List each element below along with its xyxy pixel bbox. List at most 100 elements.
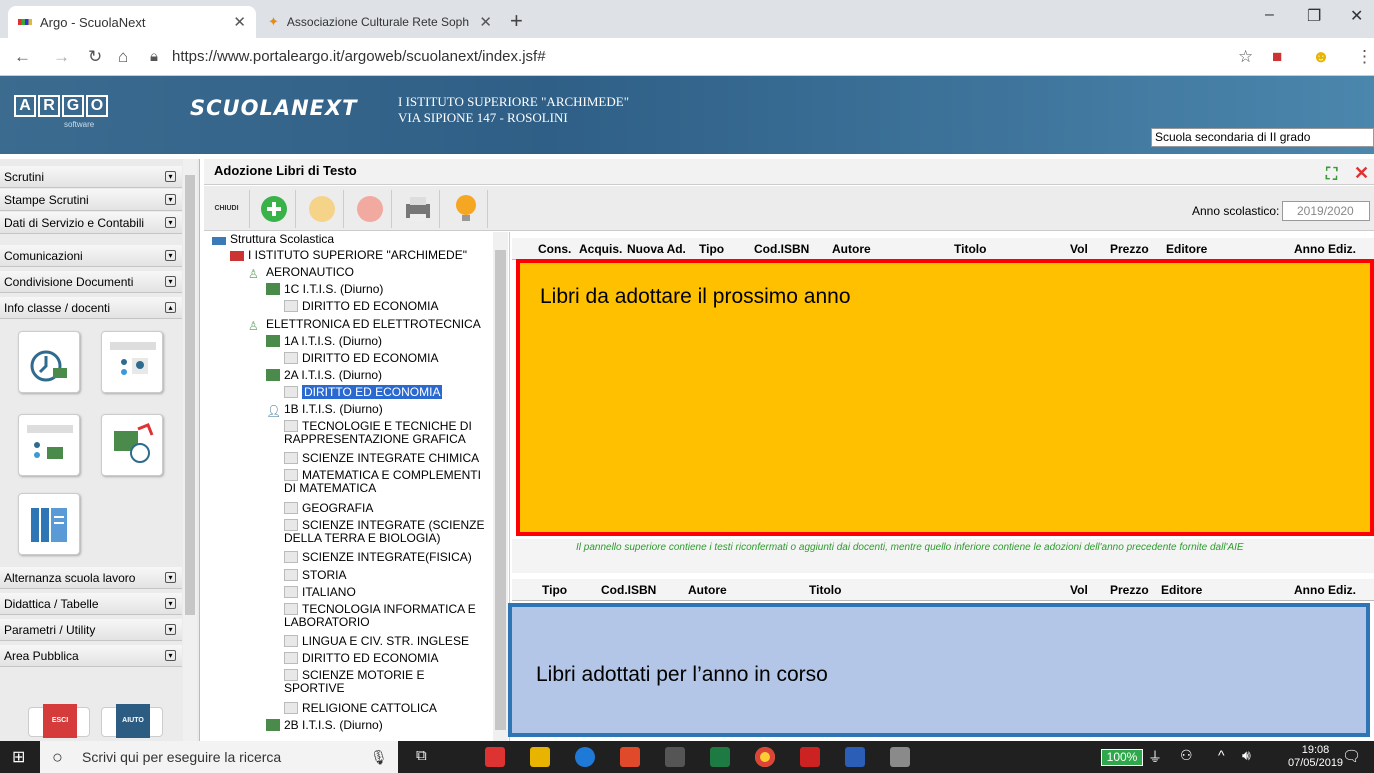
tree-node[interactable]: DIRITTO ED ECONOMIA <box>284 652 438 665</box>
column-header[interactable]: Cons. <box>538 238 571 260</box>
teacher-export-icon[interactable] <box>101 414 163 476</box>
maximize-icon[interactable]: ⛶ <box>1326 163 1337 187</box>
esci-button[interactable]: ESCI <box>28 704 90 738</box>
menu-comunicazioni[interactable]: Comunicazioni ▾ <box>0 245 182 267</box>
scroll-thumb[interactable] <box>495 250 506 730</box>
column-header[interactable]: Editore <box>1161 579 1202 601</box>
tree-node[interactable]: 1A I.T.I.S. (Diurno) <box>266 335 382 348</box>
app-icon-10[interactable] <box>890 747 910 767</box>
column-header[interactable]: Acquis. <box>579 238 622 260</box>
system-clock[interactable]: 19:08 07/05/2019 <box>1288 744 1343 770</box>
minimize-icon[interactable]: – <box>1265 6 1274 24</box>
tree-node[interactable]: DIRITTO ED ECONOMIA <box>284 352 438 365</box>
back-icon[interactable]: ← <box>14 47 31 67</box>
tree-node-selected[interactable]: DIRITTO ED ECONOMIA <box>284 385 443 399</box>
app-icon-4[interactable] <box>620 747 640 767</box>
tree-node[interactable]: SCIENZE MOTORIE E SPORTIVE <box>284 669 424 695</box>
close-panel-icon[interactable]: ✕ <box>1354 161 1369 185</box>
new-tab-icon[interactable]: + <box>510 8 523 34</box>
url-field[interactable]: 🔒︎ https://www.portaleargo.it/argoweb/sc… <box>150 43 1250 71</box>
tree-node[interactable]: Struttura Scolastica <box>212 233 334 246</box>
column-header[interactable]: Autore <box>832 238 871 260</box>
tree-node[interactable]: SCIENZE INTEGRATE(FISICA) <box>284 551 472 564</box>
anno-spinner[interactable]: 2019/2020 <box>1282 201 1370 221</box>
menu-info-classe-docenti[interactable]: Info classe / docenti ▴ <box>0 297 182 319</box>
column-header[interactable]: Anno Ediz. <box>1294 579 1356 601</box>
edge-icon[interactable] <box>575 747 595 767</box>
tree-node[interactable]: GEOGRAFIA <box>284 502 373 515</box>
word-icon[interactable] <box>845 747 865 767</box>
app-icon-5[interactable] <box>665 747 685 767</box>
file-explorer-icon[interactable] <box>530 747 550 767</box>
task-view-icon[interactable]: ⧉ <box>416 747 427 764</box>
action-center-icon[interactable]: 🗨︎ <box>1342 747 1361 765</box>
profile-avatar-icon[interactable]: ☻ <box>1312 47 1330 67</box>
chrome-icon[interactable] <box>755 747 775 767</box>
aiuto-button[interactable]: AIUTO <box>101 704 163 738</box>
restore-icon[interactable]: ❐ <box>1307 6 1321 26</box>
clock-board-icon[interactable] <box>18 331 80 393</box>
chiudi-button[interactable]: CHIUDI <box>204 190 250 228</box>
menu-parametri-utility[interactable]: Parametri / Utility ▾ <box>0 619 182 641</box>
delete-button[interactable] <box>348 190 392 228</box>
column-header[interactable]: Vol <box>1070 238 1088 260</box>
extension-icon[interactable]: ■ <box>1272 47 1282 67</box>
column-header[interactable]: Tipo <box>542 579 567 601</box>
tree-node[interactable]: 1C I.T.I.S. (Diurno) <box>266 283 383 296</box>
tree-node[interactable]: SCIENZE INTEGRATE (SCIENZE DELLA TERRA E… <box>284 519 484 545</box>
column-header[interactable]: Titolo <box>954 238 986 260</box>
column-header[interactable]: Editore <box>1166 238 1207 260</box>
column-header[interactable]: Vol <box>1070 579 1088 601</box>
show-hidden-icons-icon[interactable]: ^ <box>1218 747 1225 763</box>
tab-argo[interactable]: Argo - ScuolaNext ✕ <box>8 6 256 38</box>
edit-button[interactable] <box>300 190 344 228</box>
column-header[interactable]: Cod.ISBN <box>601 579 656 601</box>
column-header[interactable]: Tipo <box>699 238 724 260</box>
excel-icon[interactable] <box>710 747 730 767</box>
taskbar-search-box[interactable]: ○ Scrivi qui per eseguire la ricerca 🎙︎ <box>40 741 398 773</box>
reload-icon[interactable]: ↻ <box>88 47 102 67</box>
tree-node[interactable]: SCIENZE INTEGRATE CHIMICA <box>284 452 479 465</box>
tree-node[interactable]: RELIGIONE CATTOLICA <box>284 702 437 715</box>
tree-node[interactable]: 2A I.T.I.S. (Diurno) <box>266 369 382 382</box>
class-board-icon[interactable] <box>18 414 80 476</box>
close-window-icon[interactable]: ✕ <box>1350 6 1363 26</box>
tree-node[interactable]: I ISTITUTO SUPERIORE "ARCHIMEDE" <box>230 249 467 262</box>
column-header[interactable]: Nuova Ad. <box>627 238 686 260</box>
print-button[interactable] <box>396 190 440 228</box>
column-header[interactable]: Cod.ISBN <box>754 238 809 260</box>
class-students-icon[interactable] <box>101 331 163 393</box>
tree-node[interactable]: STORIA <box>284 569 346 582</box>
close-tab-icon[interactable]: ✕ <box>233 13 246 31</box>
menu-alternanza[interactable]: Alternanza scuola lavoro ▾ <box>0 567 182 589</box>
tree-node[interactable]: 2B I.T.I.S. (Diurno) <box>266 719 383 732</box>
tab-associazione[interactable]: ✦ Associazione Culturale Rete Soph ✕ <box>258 6 502 38</box>
forward-icon[interactable]: → <box>53 47 70 67</box>
app-icon-1[interactable] <box>485 747 505 767</box>
tree-scrollbar[interactable] <box>493 232 508 741</box>
battery-indicator[interactable]: 100% <box>1101 749 1143 766</box>
column-header[interactable]: Anno Ediz. <box>1294 238 1356 260</box>
menu-stampe-scrutini[interactable]: Stampe Scrutini ▾ <box>0 189 182 211</box>
tree-node[interactable]: MATEMATICA E COMPLEMENTI DI MATEMATICA <box>284 469 481 495</box>
school-type-select[interactable]: Scuola secondaria di II grado <box>1151 128 1374 147</box>
people-icon[interactable]: ⚇ <box>1180 747 1193 764</box>
menu-scrutini[interactable]: Scrutini ▾ <box>0 166 182 188</box>
volume-icon[interactable]: 🔊︎ <box>1242 747 1251 764</box>
column-header[interactable]: Autore <box>688 579 727 601</box>
tree-node[interactable]: TECNOLOGIA INFORMATICA E LABORATORIO <box>284 603 476 629</box>
left-scrollbar[interactable] <box>183 159 197 741</box>
lightbulb-icon[interactable] <box>444 190 488 228</box>
bookmark-star-icon[interactable]: ☆ <box>1238 47 1253 67</box>
close-tab-icon[interactable]: ✕ <box>479 13 492 31</box>
book-columns-icon[interactable] <box>18 493 80 555</box>
tree-node[interactable]: LINGUA E CIV. STR. INGLESE <box>284 635 469 648</box>
tree-node[interactable]: ITALIANO <box>284 586 356 599</box>
home-icon[interactable]: ⌂ <box>118 47 128 67</box>
column-header[interactable]: Titolo <box>809 579 841 601</box>
tree-node[interactable]: ♙ ELETTRONICA ED ELETTROTECNICA <box>248 318 481 333</box>
add-button[interactable] <box>252 190 296 228</box>
scroll-thumb[interactable] <box>185 175 195 615</box>
menu-dati-servizio[interactable]: Dati di Servizio e Contabili ▾ <box>0 212 182 234</box>
column-header[interactable]: Prezzo <box>1110 238 1149 260</box>
